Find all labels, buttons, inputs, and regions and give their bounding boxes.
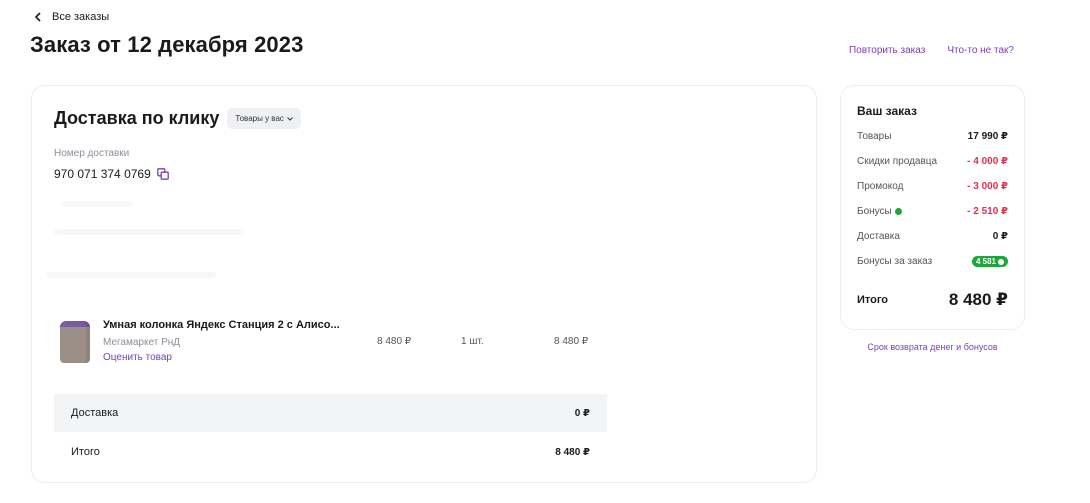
delivery-card: Доставка по клику Товары у вас Номер дос… <box>31 85 817 483</box>
order-summary-card: Ваш заказ Товары 17 990 ₽ Скидки продавц… <box>840 85 1025 330</box>
back-link-label: Все заказы <box>52 11 110 23</box>
summary-value: 17 990 ₽ <box>967 131 1008 142</box>
summary-total-row: Итого 8 480 ₽ <box>857 290 1008 310</box>
delivery-cost-value: 0 ₽ <box>574 407 590 419</box>
delivery-cost-row: Доставка 0 ₽ <box>54 394 607 432</box>
report-problem-link[interactable]: Что-то не так? <box>947 45 1014 56</box>
summary-label: Бонусы за заказ <box>857 256 933 267</box>
page-title: Заказ от 12 декабря 2023 <box>30 32 304 57</box>
repeat-order-link[interactable]: Повторить заказ <box>849 45 925 56</box>
blurred-address-line <box>62 201 132 207</box>
order-item: Умная колонка Яндекс Станция 2 с Алисо..… <box>60 318 620 366</box>
product-image[interactable] <box>60 321 90 363</box>
bonus-coin-icon <box>894 207 902 215</box>
delivery-number-label: Номер доставки <box>54 148 130 159</box>
summary-label: Товары <box>857 131 892 142</box>
order-bonus-value: 4 581 <box>975 257 996 266</box>
refund-terms-link[interactable]: Срок возврата денег и бонусов <box>840 342 1025 352</box>
summary-row-order-bonuses: Бонусы за заказ 4 581 <box>857 256 1008 267</box>
badge-label: Товары у вас <box>235 114 284 123</box>
blurred-address-line <box>46 272 216 278</box>
blurred-address-line <box>54 229 244 235</box>
summary-total-label: Итого <box>857 294 889 306</box>
chevron-left-icon <box>34 12 41 22</box>
order-summary-title: Ваш заказ <box>857 104 917 118</box>
delivery-total-row: Итого 8 480 ₽ <box>54 433 607 471</box>
delivery-status-badge[interactable]: Товары у вас <box>227 108 301 129</box>
delivery-number: 970 071 374 0769 <box>54 167 151 181</box>
delivery-header: Доставка по клику Товары у вас <box>54 108 301 129</box>
delivery-number-row: 970 071 374 0769 <box>54 167 169 181</box>
summary-row-bonuses: Бонусы - 2 510 ₽ <box>857 206 1008 217</box>
rate-product-link[interactable]: Оценить товар <box>103 352 172 363</box>
bonus-coin-icon <box>998 258 1004 265</box>
delivery-cost-label: Доставка <box>71 407 119 419</box>
chevron-down-icon <box>287 116 293 121</box>
summary-row-promocode: Промокод - 3 000 ₽ <box>857 181 1008 192</box>
summary-value: - 4 000 ₽ <box>967 156 1008 167</box>
delivery-total-label: Итого <box>71 446 100 458</box>
header-actions: Повторить заказ Что-то не так? <box>849 45 1014 56</box>
summary-value: - 2 510 ₽ <box>967 206 1008 217</box>
summary-label: Доставка <box>857 231 900 242</box>
delivery-total-value: 8 480 ₽ <box>555 446 590 458</box>
delivery-title: Доставка по клику <box>54 108 220 128</box>
summary-value: 0 ₽ <box>992 231 1008 242</box>
summary-row-goods: Товары 17 990 ₽ <box>857 131 1008 142</box>
summary-label: Промокод <box>857 181 904 192</box>
summary-label: Бонусы <box>857 206 892 217</box>
summary-total-value: 8 480 ₽ <box>948 290 1008 309</box>
summary-label: Скидки продавца <box>857 156 938 167</box>
product-price: 8 480 ₽ <box>377 336 412 347</box>
summary-row-seller-discount: Скидки продавца - 4 000 ₽ <box>857 156 1008 167</box>
product-seller: Мегамаркет РнД <box>103 337 181 348</box>
back-to-orders-link[interactable]: Все заказы <box>34 11 109 23</box>
summary-row-delivery: Доставка 0 ₽ <box>857 231 1008 242</box>
product-name[interactable]: Умная колонка Яндекс Станция 2 с Алисо..… <box>103 319 340 331</box>
copy-icon[interactable] <box>156 168 169 180</box>
summary-label-wrap: Бонусы <box>857 206 902 217</box>
summary-value: - 3 000 ₽ <box>967 181 1008 192</box>
order-bonus-badge: 4 581 <box>971 256 1008 267</box>
product-total: 8 480 ₽ <box>554 336 589 347</box>
product-quantity: 1 шт. <box>461 336 484 347</box>
